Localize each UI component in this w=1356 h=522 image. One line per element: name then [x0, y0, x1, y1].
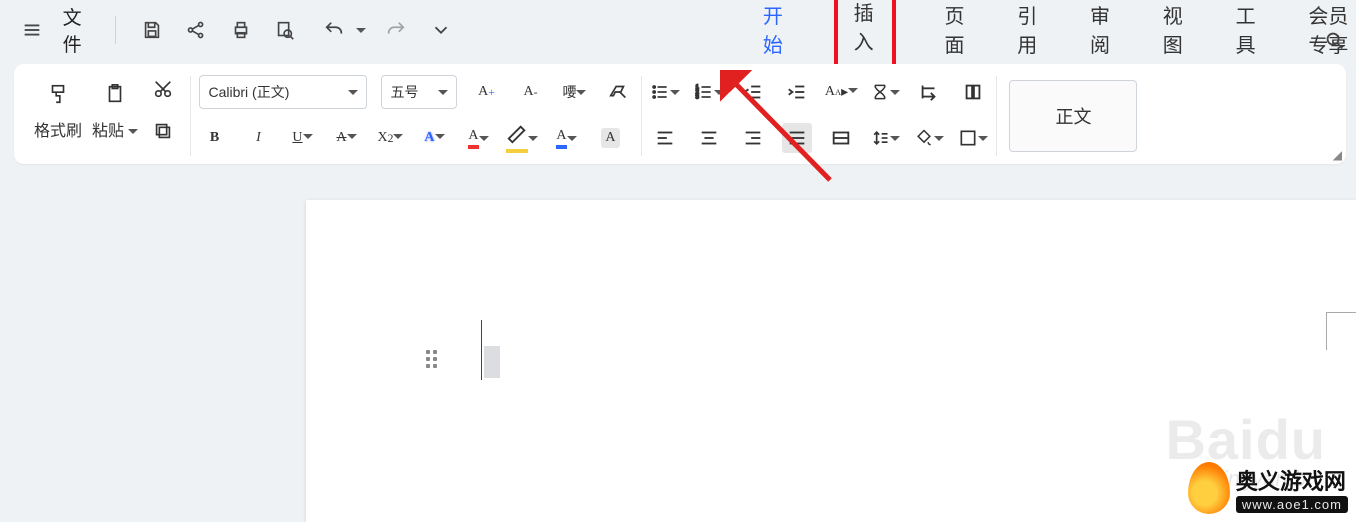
print-icon[interactable] — [227, 12, 256, 48]
align-justify-icon[interactable] — [782, 123, 812, 153]
svg-text:3: 3 — [696, 95, 699, 101]
increase-indent-icon[interactable] — [782, 77, 812, 107]
paste-icon[interactable] — [100, 79, 130, 109]
borders-icon[interactable] — [958, 123, 988, 153]
save-icon[interactable] — [138, 12, 167, 48]
font-color-icon[interactable]: A — [551, 123, 581, 153]
group-paragraph: 123 AA▸ ◢ — [644, 72, 994, 160]
superscript-icon[interactable]: X2 — [375, 123, 405, 153]
align-center-icon[interactable] — [694, 123, 724, 153]
group-clipboard: 格式刷 粘贴 — [24, 72, 188, 160]
distribute-icon[interactable] — [826, 123, 856, 153]
copy-icon[interactable] — [148, 116, 178, 146]
tab-home[interactable]: 开始 — [761, 0, 788, 67]
format-painter-icon[interactable] — [43, 79, 73, 109]
margin-marker — [1326, 312, 1356, 350]
drag-handle-icon[interactable] — [426, 350, 437, 368]
text-cursor — [481, 320, 482, 380]
watermark-baidu: Baidu — [1165, 407, 1326, 472]
topbar: 文件 开始 插入 页面 引用 审阅 视图 工具 会员专享 — [0, 0, 1356, 60]
tab-review[interactable]: 审阅 — [1088, 0, 1115, 67]
italic-icon[interactable]: I — [243, 123, 273, 153]
shrink-font-icon[interactable]: A- — [515, 77, 545, 107]
flame-icon — [1188, 462, 1230, 514]
logo-title: 奥义游戏网 — [1236, 464, 1348, 496]
tab-page[interactable]: 页面 — [942, 0, 969, 67]
share-icon[interactable] — [182, 12, 211, 48]
character-shading-icon[interactable]: A — [595, 123, 625, 153]
line-spacing-icon[interactable] — [870, 123, 900, 153]
font-size-select[interactable]: 五号 — [381, 75, 457, 109]
divider — [115, 16, 116, 44]
style-normal[interactable]: 正文 — [1009, 80, 1137, 152]
tab-reference[interactable]: 引用 — [1015, 0, 1042, 67]
format-painter-label[interactable]: 格式刷 — [34, 117, 82, 141]
print-preview-icon[interactable] — [271, 12, 300, 48]
align-right-icon[interactable] — [738, 123, 768, 153]
strikethrough-icon[interactable]: A — [331, 123, 361, 153]
numbering-icon[interactable]: 123 — [694, 77, 724, 107]
shading-icon[interactable] — [914, 123, 944, 153]
align-left-icon[interactable] — [650, 123, 680, 153]
text-effects-icon[interactable]: A — [419, 123, 449, 153]
clear-format-icon[interactable] — [603, 77, 633, 107]
watermark-sub: jingyan.b — [1218, 466, 1306, 492]
cursor-block — [484, 346, 500, 378]
tab-insert[interactable]: 插入 — [834, 0, 897, 69]
ribbon-tabs: 开始 插入 页面 引用 审阅 视图 工具 会员专享 — [761, 0, 1356, 69]
logo-aoe: 奥义游戏网 www.aoe1.com — [1188, 462, 1348, 514]
undo-icon[interactable] — [316, 12, 352, 48]
chevron-down-icon[interactable] — [426, 12, 455, 48]
show-marks-icon[interactable] — [958, 77, 988, 107]
tab-symbol-icon[interactable] — [914, 77, 944, 107]
bullets-icon[interactable] — [650, 77, 680, 107]
ribbon: 格式刷 粘贴 Calibri (正文) 五号 A+ A- 喓 B I U — [14, 64, 1346, 164]
font-name-select[interactable]: Calibri (正文) — [199, 75, 367, 109]
file-menu[interactable]: 文件 — [63, 3, 93, 57]
menu-icon[interactable] — [18, 12, 47, 48]
phonetic-guide-icon[interactable]: 喓 — [559, 77, 589, 107]
tab-view[interactable]: 视图 — [1161, 0, 1188, 67]
paragraph-dialog-launcher-icon[interactable]: ◢ — [1333, 148, 1342, 162]
decrease-indent-icon[interactable] — [738, 77, 768, 107]
group-styles: 正文 — [999, 72, 1147, 160]
undo-dropdown[interactable] — [356, 22, 366, 38]
pen-color-icon[interactable] — [507, 123, 537, 153]
bold-icon[interactable]: B — [199, 123, 229, 153]
paste-label[interactable]: 粘贴 — [92, 117, 138, 141]
change-case-icon[interactable]: AA▸ — [826, 77, 856, 107]
sort-icon[interactable] — [870, 77, 900, 107]
redo-icon[interactable] — [382, 12, 411, 48]
search-icon[interactable] — [1316, 22, 1352, 58]
grow-font-icon[interactable]: A+ — [471, 77, 501, 107]
group-font: Calibri (正文) 五号 A+ A- 喓 B I U A X2 A A A… — [193, 72, 639, 160]
tab-tools[interactable]: 工具 — [1234, 0, 1261, 67]
logo-url: www.aoe1.com — [1236, 496, 1348, 513]
document-page[interactable]: Baidu jingyan.b 奥义游戏网 www.aoe1.com — [306, 200, 1356, 522]
underline-icon[interactable]: U — [287, 123, 317, 153]
highlight-color-icon[interactable]: A — [463, 123, 493, 153]
cut-icon[interactable] — [148, 74, 178, 104]
